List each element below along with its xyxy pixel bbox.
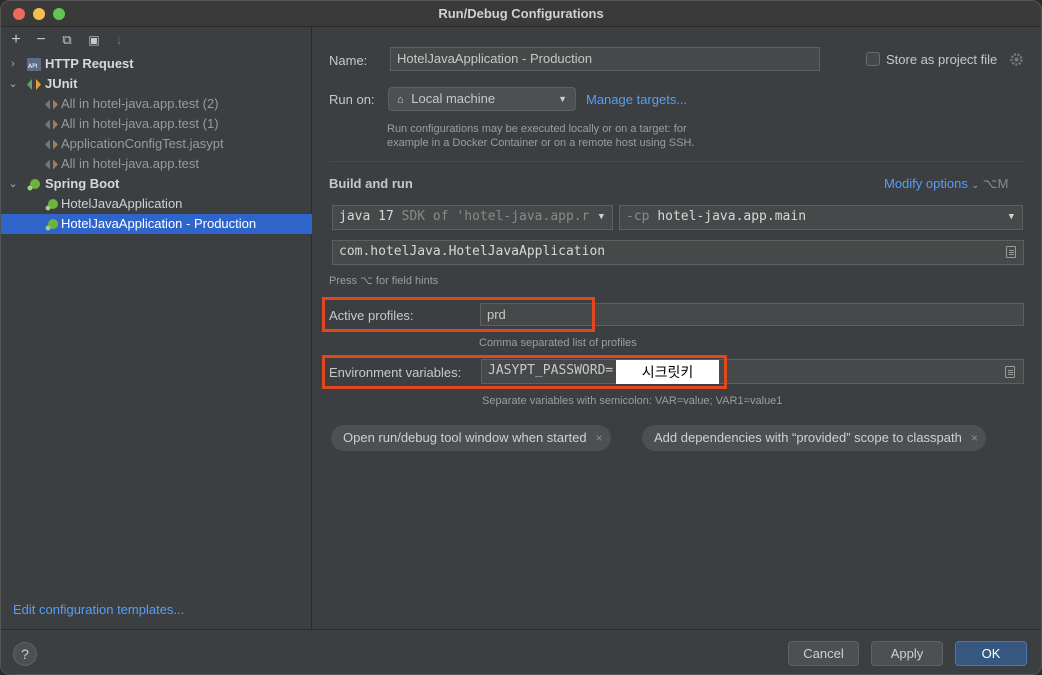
window-title: Run/Debug Configurations bbox=[438, 6, 604, 21]
environment-variables-hint: Separate variables with semicolon: VAR=v… bbox=[482, 395, 783, 407]
tree-toolbar: + − ⧉ ▣ ↓ bbox=[1, 27, 312, 55]
tree-item-test[interactable]: ApplicationConfigTest.jasypt bbox=[1, 134, 312, 154]
open-tool-window-option-chip[interactable]: Open run/debug tool window when started … bbox=[331, 425, 611, 451]
add-configuration-button[interactable]: + bbox=[7, 31, 25, 49]
spring-boot-icon bbox=[45, 199, 58, 211]
run-on-dropdown[interactable]: ⌂ Local machine ▼ bbox=[388, 87, 576, 111]
add-provided-dependencies-option-chip[interactable]: Add dependencies with “provided” scope t… bbox=[642, 425, 986, 451]
tree-item-test[interactable]: All in hotel-java.app.test (2) bbox=[1, 94, 312, 114]
help-button[interactable]: ? bbox=[13, 642, 37, 666]
run-on-hint-line-2: example in a Docker Container or on a re… bbox=[387, 137, 695, 149]
chevron-down-icon: ▼ bbox=[558, 94, 567, 104]
manage-targets-link[interactable]: Manage targets... bbox=[586, 92, 687, 107]
run-on-value: Local machine bbox=[411, 91, 496, 106]
tree-item-label: HTTP Request bbox=[45, 56, 134, 71]
configurations-panel: + − ⧉ ▣ ↓ › API HTTP Request ⌄ JUnit All… bbox=[1, 27, 312, 629]
dialog-button-bar: ? Cancel Apply OK bbox=[1, 629, 1041, 674]
tree-item-label: JUnit bbox=[45, 76, 78, 91]
cancel-button[interactable]: Cancel bbox=[788, 641, 859, 666]
sort-button[interactable]: ↓ bbox=[110, 31, 128, 49]
field-hint: Press ⌥ for field hints bbox=[329, 275, 439, 287]
modify-options-shortcut: ⌥M bbox=[982, 176, 1009, 191]
spring-boot-icon bbox=[27, 179, 40, 191]
classpath-dropdown[interactable]: -cp hotel-java.app.main ▼ bbox=[619, 205, 1023, 230]
test-icon bbox=[45, 139, 58, 150]
tree-item-label: All in hotel-java.app.test bbox=[61, 156, 200, 171]
remove-configuration-button[interactable]: − bbox=[32, 31, 50, 49]
apply-button[interactable]: Apply bbox=[871, 641, 943, 666]
svg-text:API: API bbox=[28, 63, 38, 70]
separator bbox=[329, 161, 1025, 162]
tree-item-hotel-java-application-production[interactable]: HotelJavaApplication - Production bbox=[1, 214, 312, 234]
classpath-flag: -cp bbox=[626, 209, 650, 224]
chevron-down-icon[interactable]: ⌄ bbox=[7, 74, 19, 94]
chevron-down-icon[interactable]: ⌄ bbox=[7, 174, 19, 194]
jdk-version: java 17 bbox=[339, 209, 394, 224]
tree-item-hotel-java-application[interactable]: HotelJavaApplication bbox=[1, 194, 312, 214]
jdk-dropdown[interactable]: java 17 SDK of 'hotel-java.app.r ▼ bbox=[332, 205, 613, 230]
name-field[interactable]: HotelJavaApplication - Production bbox=[390, 47, 820, 71]
run-on-label: Run on: bbox=[329, 92, 375, 107]
tree-item-label: HotelJavaApplication - Production bbox=[61, 216, 257, 231]
close-icon[interactable]: × bbox=[596, 425, 603, 451]
tree-item-test[interactable]: All in hotel-java.app.test (1) bbox=[1, 114, 312, 134]
junit-icon bbox=[27, 79, 41, 90]
test-icon bbox=[45, 119, 58, 130]
tree-item-http-request[interactable]: › API HTTP Request bbox=[1, 54, 312, 74]
test-icon bbox=[45, 159, 58, 170]
tree-item-label: All in hotel-java.app.test (2) bbox=[61, 96, 219, 111]
title-bar: Run/Debug Configurations bbox=[1, 1, 1041, 27]
browse-main-class-icon[interactable] bbox=[1006, 246, 1016, 258]
tree-item-test[interactable]: All in hotel-java.app.test bbox=[1, 154, 312, 174]
run-on-hint-line-1: Run configurations may be executed local… bbox=[387, 123, 687, 135]
environment-variables-highlight bbox=[322, 355, 727, 389]
tree-item-label: HotelJavaApplication bbox=[61, 196, 183, 211]
configuration-editor: Name: HotelJavaApplication - Production … bbox=[313, 27, 1041, 629]
edit-configuration-templates-link[interactable]: Edit configuration templates... bbox=[13, 602, 184, 617]
main-class-field[interactable]: com.hotelJava.HotelJavaApplication bbox=[332, 240, 1024, 265]
edit-environment-variables-icon[interactable] bbox=[1005, 366, 1015, 378]
tree-item-spring-boot[interactable]: ⌄ Spring Boot bbox=[1, 174, 312, 194]
store-as-project-file-label[interactable]: Store as project file bbox=[886, 52, 997, 67]
build-and-run-heading: Build and run bbox=[329, 176, 413, 191]
tree-item-junit[interactable]: ⌄ JUnit bbox=[1, 74, 312, 94]
copy-configuration-button[interactable]: ⧉ bbox=[58, 31, 76, 49]
tree-item-label: All in hotel-java.app.test (1) bbox=[61, 116, 219, 131]
chevron-down-icon: ⌄ bbox=[971, 180, 979, 190]
chevron-down-icon: ▼ bbox=[596, 206, 604, 228]
profiles-hint: Comma separated list of profiles bbox=[479, 337, 637, 349]
new-folder-button[interactable]: ▣ bbox=[85, 31, 103, 49]
run-debug-dialog: Run/Debug Configurations + − ⧉ ▣ ↓ › API… bbox=[0, 0, 1042, 675]
spring-boot-icon bbox=[45, 219, 58, 231]
chevron-right-icon[interactable]: › bbox=[7, 54, 19, 74]
modify-options-label: Modify options bbox=[884, 176, 968, 191]
classpath-module: hotel-java.app.main bbox=[657, 209, 807, 224]
tree-item-label: ApplicationConfigTest.jasypt bbox=[61, 136, 224, 151]
tree-item-label: Spring Boot bbox=[45, 176, 120, 191]
name-label: Name: bbox=[329, 53, 368, 68]
chip-label: Add dependencies with “provided” scope t… bbox=[654, 430, 962, 445]
ok-button[interactable]: OK bbox=[955, 641, 1027, 666]
jdk-sdk-description: SDK of 'hotel-java.app.r bbox=[401, 209, 590, 224]
api-icon: API bbox=[27, 58, 41, 71]
home-icon: ⌂ bbox=[397, 94, 404, 106]
test-icon bbox=[45, 99, 58, 110]
active-profiles-highlight bbox=[322, 297, 595, 332]
gear-icon[interactable] bbox=[1010, 53, 1023, 66]
close-icon[interactable]: × bbox=[971, 425, 978, 451]
store-as-project-file-checkbox[interactable] bbox=[866, 52, 880, 66]
chip-label: Open run/debug tool window when started bbox=[343, 430, 587, 445]
chevron-down-icon: ▼ bbox=[1008, 212, 1014, 222]
modify-options-link[interactable]: Modify options ⌄ ⌥M bbox=[884, 176, 1008, 192]
